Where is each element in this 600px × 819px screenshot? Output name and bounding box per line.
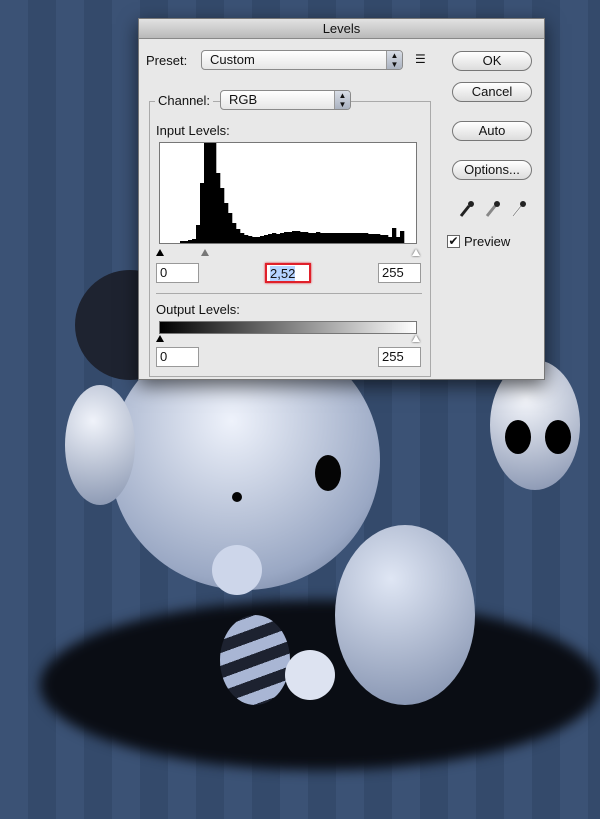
histogram [159,142,417,244]
histogram-bar [388,237,393,243]
histogram-bar [224,203,229,243]
histogram-bar [300,232,305,243]
histogram-bar [260,236,265,243]
histogram-bar [276,234,281,243]
output-gradient-bar [159,321,417,334]
histogram-bar [292,231,297,243]
histogram-bar [200,183,205,243]
histogram-bar [212,143,217,243]
histogram-bar [216,173,221,243]
input-black-slider[interactable] [156,249,164,256]
histogram-bar [304,232,309,243]
ok-button[interactable]: OK [452,51,532,71]
histogram-bar [264,235,269,243]
input-black-field[interactable]: 0 [156,263,199,283]
histogram-bar [360,233,365,243]
input-gamma-field[interactable]: 2,52 [265,263,311,283]
input-levels-label: Input Levels: [156,123,230,138]
histogram-bar [356,233,361,243]
histogram-bar [384,235,389,243]
channel-select[interactable]: RGB ▲ ▼ [220,90,351,110]
histogram-bar [348,233,353,243]
white-eyedropper-icon[interactable] [511,201,526,217]
histogram-bar [288,232,293,243]
histogram-bar [188,240,193,243]
histogram-bar [184,241,189,243]
histogram-bar [336,233,341,243]
histogram-bar [244,235,249,243]
cancel-button[interactable]: Cancel [452,82,532,102]
histogram-bar [328,233,333,243]
output-levels-label: Output Levels: [156,302,240,317]
histogram-bar [392,228,397,243]
channel-label: Channel: [155,93,214,108]
histogram-bar [268,234,273,243]
histogram-bar [316,232,321,243]
preset-value: Custom [210,52,255,67]
histogram-bar [236,229,241,243]
preset-label: Preset: [146,53,188,68]
divider [156,293,422,294]
channel-value: RGB [229,92,258,107]
histogram-bar [272,233,277,243]
histogram-bar [312,233,317,243]
histogram-bar [344,233,349,243]
histogram-bar [324,233,329,243]
input-white-slider[interactable] [412,249,420,256]
output-white-slider[interactable] [412,335,420,342]
histogram-bar [208,143,213,243]
histogram-bar [308,233,313,243]
updown-arrows-icon: ▲ ▼ [386,51,402,69]
histogram-bar [280,233,285,243]
preview-label: Preview [464,234,511,249]
histogram-bar [396,237,401,243]
options-button[interactable]: Options... [452,160,532,180]
output-black-field[interactable]: 0 [156,347,199,367]
list-menu-icon[interactable]: ☰ [415,52,426,66]
checkmark-icon: ✔ [447,234,460,248]
histogram-chart [180,143,405,243]
histogram-bar [240,233,245,243]
histogram-bar [204,143,209,243]
preview-checkbox[interactable]: ✔ Preview [447,234,510,249]
histogram-bar [248,236,253,243]
dialog-title: Levels [139,19,544,39]
histogram-bar [364,233,369,243]
histogram-bar [368,234,373,243]
histogram-bar [180,241,185,243]
output-black-slider[interactable] [156,335,164,342]
histogram-bar [400,231,405,243]
histogram-bar [380,235,385,243]
histogram-bar [196,225,201,243]
histogram-bar [372,234,377,243]
preset-select[interactable]: Custom ▲ ▼ [201,50,403,70]
input-gamma-slider[interactable] [201,249,209,256]
histogram-bar [232,223,237,243]
histogram-bar [284,232,289,243]
levels-dialog: Levels Preset: Custom ▲ ▼ ☰ Channel: RGB ▲ ▼… [138,18,545,380]
histogram-bar [332,233,337,243]
histogram-bar [220,188,225,243]
black-eyedropper-icon[interactable] [459,201,474,217]
input-white-field[interactable]: 255 [378,263,421,283]
histogram-bar [296,231,301,243]
histogram-bar [252,237,257,243]
histogram-bar [340,233,345,243]
auto-button[interactable]: Auto [452,121,532,141]
gamma-value: 2,52 [270,266,296,281]
histogram-bar [228,213,233,243]
histogram-bar [352,233,357,243]
histogram-bar [376,234,381,243]
updown-arrows-icon: ▲ ▼ [334,91,350,109]
histogram-bar [192,239,197,243]
gray-eyedropper-icon[interactable] [485,201,500,217]
output-white-field[interactable]: 255 [378,347,421,367]
histogram-bar [256,237,261,243]
histogram-bar [320,233,325,243]
